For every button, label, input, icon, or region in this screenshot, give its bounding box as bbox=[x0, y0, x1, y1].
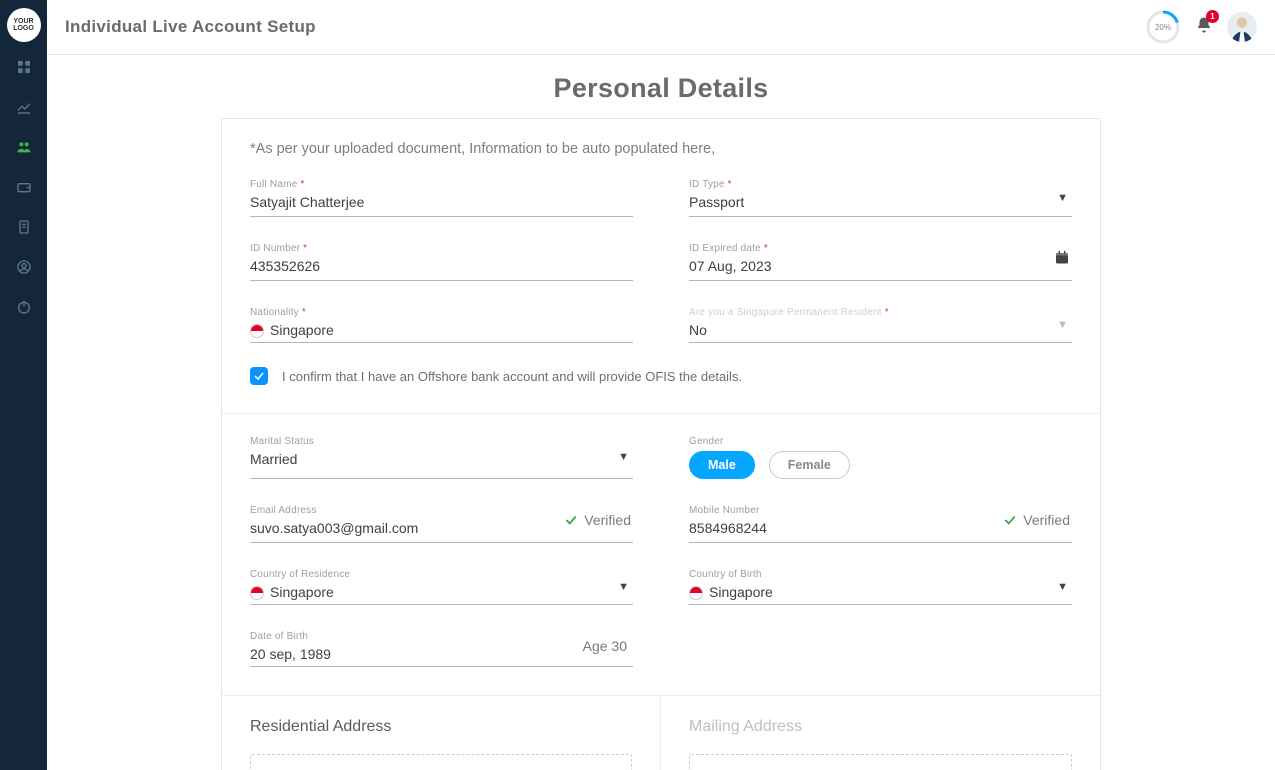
app-header: Individual Live Account Setup 20% 1 bbox=[47, 0, 1275, 55]
spr-field[interactable]: Are you a Singapore Permanent Resident *… bbox=[689, 307, 1072, 343]
calendar-icon[interactable] bbox=[1054, 250, 1070, 271]
nav-account-icon[interactable] bbox=[15, 258, 33, 276]
autopopulate-note: *As per your uploaded document, Informat… bbox=[250, 141, 1072, 157]
dob-field[interactable]: Date of Birth 20 sep, 1989 Age 30 bbox=[250, 631, 633, 667]
nav-dashboard-icon[interactable] bbox=[15, 58, 33, 76]
progress-pct-label: 20% bbox=[1145, 9, 1181, 45]
full-name-input[interactable] bbox=[250, 194, 633, 210]
nationality-field[interactable]: Nationality * Singapore bbox=[250, 307, 633, 343]
offshore-confirm-checkbox[interactable] bbox=[250, 367, 268, 385]
gender-female-button[interactable]: Female bbox=[769, 451, 850, 479]
user-avatar[interactable] bbox=[1227, 12, 1257, 42]
id-expiry-field[interactable]: ID Expired date * 07 Aug, 2023 bbox=[689, 243, 1072, 281]
notification-bell-icon[interactable]: 1 bbox=[1195, 16, 1213, 39]
notification-count-badge: 1 bbox=[1206, 10, 1219, 23]
page-title: Individual Live Account Setup bbox=[65, 17, 316, 37]
mobile-verified-badge: Verified bbox=[1003, 512, 1070, 528]
nav-wallet-icon[interactable] bbox=[15, 178, 33, 196]
gender-male-button[interactable]: Male bbox=[689, 451, 755, 479]
mailing-address-heading: Mailing Address bbox=[689, 718, 1072, 736]
country-birth-field[interactable]: Country of Birth Singapore ▼ bbox=[689, 569, 1072, 605]
form-panel: *As per your uploaded document, Informat… bbox=[221, 118, 1101, 770]
progress-indicator[interactable]: 20% bbox=[1145, 9, 1181, 45]
country-residence-field[interactable]: Country of Residence Singapore ▼ bbox=[250, 569, 633, 605]
nav-analytics-icon[interactable] bbox=[15, 98, 33, 116]
email-verified-badge: Verified bbox=[564, 512, 631, 528]
nav-users-icon[interactable] bbox=[15, 138, 33, 156]
mailing-address-dropzone[interactable] bbox=[689, 754, 1072, 770]
email-field[interactable]: Email Address Verified bbox=[250, 505, 633, 543]
id-type-field[interactable]: ID Type * Passport ▼ bbox=[689, 179, 1072, 217]
mobile-field[interactable]: Mobile Number Verified bbox=[689, 505, 1072, 543]
brand-logo[interactable]: YOUR LOGO bbox=[7, 8, 41, 42]
id-number-input[interactable] bbox=[250, 258, 633, 274]
nav-logout-icon[interactable] bbox=[15, 298, 33, 316]
full-name-field[interactable]: Full Name * bbox=[250, 179, 633, 217]
residential-address-dropzone[interactable] bbox=[250, 754, 632, 770]
nav-document-icon[interactable] bbox=[15, 218, 33, 236]
gender-field: Gender Male Female bbox=[689, 436, 1072, 479]
residential-address-heading: Residential Address bbox=[250, 718, 632, 736]
flag-singapore-icon bbox=[250, 324, 264, 338]
offshore-confirm-label: I confirm that I have an Offshore bank a… bbox=[282, 369, 742, 384]
sidebar: YOUR LOGO bbox=[0, 0, 47, 770]
age-display: Age 30 bbox=[583, 638, 627, 654]
flag-singapore-icon bbox=[250, 586, 264, 600]
id-number-field[interactable]: ID Number * bbox=[250, 243, 633, 281]
section-heading: Personal Details bbox=[47, 73, 1275, 104]
flag-singapore-icon bbox=[689, 586, 703, 600]
marital-status-field[interactable]: Marital Status Married ▼ bbox=[250, 436, 633, 479]
